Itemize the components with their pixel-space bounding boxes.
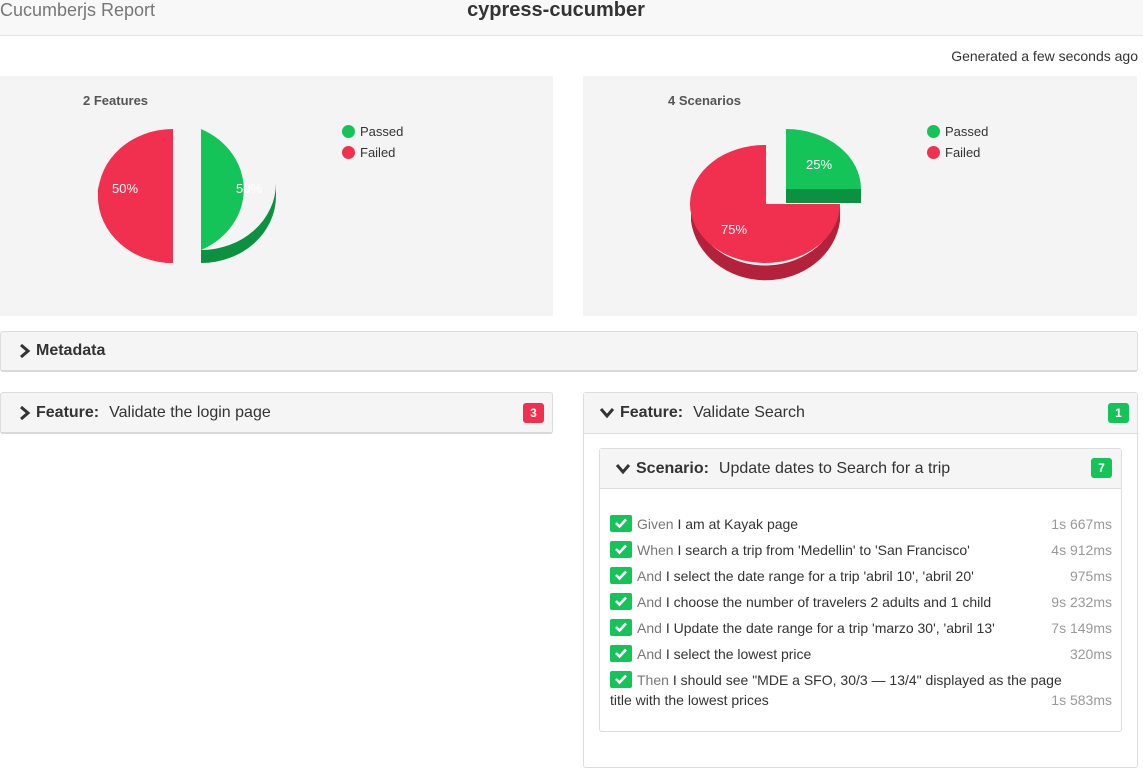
step-row[interactable]: When I search a trip from 'Medellin' to … [610,540,1112,560]
step-row[interactable]: And I Update the date range for a trip '… [610,618,1112,638]
legend-label-failed: Failed [360,145,396,160]
legend-label-passed: Passed [360,124,404,139]
steps-passed-badge: 7 [1091,458,1112,478]
step-duration: 320ms [1069,646,1112,662]
step-keyword: Then [637,672,669,688]
chevron-right-icon [20,344,31,358]
check-icon [610,567,632,584]
step-duration: 4s 912ms [1051,542,1112,558]
legend-item-passed[interactable]: Passed [927,121,988,142]
step-row[interactable]: And I select the date range for a trip '… [610,566,1112,586]
step-keyword: And [637,620,662,636]
scenario-panel: Scenario: Update dates to Search for a t… [599,448,1122,732]
check-icon [610,619,632,636]
legend-dot-passed [342,125,355,138]
step-text: I should see "MDE a SFO, 30/3 — 13/4" di… [610,672,1062,708]
step-duration: 9s 232ms [1051,594,1112,610]
step-keyword: And [637,568,662,584]
legend-label-failed: Failed [945,145,981,160]
feature-name: Validate the login page [109,403,271,421]
step-row[interactable]: And I choose the number of travelers 2 a… [610,592,1112,612]
legend-dot-passed [927,125,940,138]
step-row[interactable]: Then I should see "MDE a SFO, 30/3 — 13/… [610,670,1112,710]
chevron-right-icon [20,405,31,420]
pie-label-failed: 75% [721,222,747,237]
scenarios-pie-chart: 25% 75% [690,129,861,281]
feature-keyword: Feature: [620,404,684,421]
top-navbar: Cucumberjs Report cypress-cucumber [0,0,1143,36]
feature-keyword: Feature: [36,403,100,421]
scenario-name: Update dates to Search for a trip [718,459,951,477]
step-duration: 7s 149ms [1051,620,1112,636]
step-text: I search a trip from 'Medellin' to 'San … [677,542,970,558]
check-icon [610,645,632,662]
check-icon [610,541,632,558]
step-keyword: Given [637,516,674,532]
legend-dot-failed [342,146,355,159]
feature-panel-search: Feature: Validate Search 1 Scenario: Upd… [583,392,1138,768]
feature-name: Validate Search [693,404,805,421]
chevron-down-icon [616,463,630,474]
scenario-keyword: Scenario: [636,459,709,477]
project-title: cypress-cucumber [467,0,645,21]
step-keyword: And [637,594,662,610]
passed-count-badge: 1 [1108,403,1129,423]
generated-timestamp: Generated a few seconds ago [951,48,1138,64]
step-row[interactable]: And I select the lowest price 320ms [610,644,1112,664]
step-keyword: When [637,542,674,558]
scenarios-legend: Passed Failed [927,121,988,163]
chevron-down-icon [600,408,614,419]
step-duration: 1s 583ms [1051,692,1112,708]
legend-item-passed[interactable]: Passed [342,121,403,142]
pie-label-failed: 50% [112,181,138,196]
step-text: I select the date range for a trip 'abri… [665,568,974,584]
legend-label-passed: Passed [945,124,989,139]
pie-label-passed: 25% [806,157,832,172]
check-icon [610,515,632,532]
legend-item-failed[interactable]: Failed [927,142,988,163]
scenario-header[interactable]: Scenario: Update dates to Search for a t… [600,449,1121,489]
feature-header-login[interactable]: Feature: Validate the login page 3 [0,392,553,434]
step-duration: 1s 667ms [1051,516,1112,532]
feature-header-search[interactable]: Feature: Validate Search 1 [584,393,1137,434]
features-legend: Passed Failed [342,121,403,163]
legend-item-failed[interactable]: Failed [342,142,403,163]
metadata-label: Metadata [36,342,106,359]
scenarios-chart-panel: 4 Scenarios 25% 75% Passed Failed [583,76,1137,316]
failed-count-badge: 3 [523,403,544,423]
check-icon [610,671,632,688]
step-text: I select the lowest price [665,646,812,662]
step-text: I am at Kayak page [677,516,799,532]
pie-label-passed: 50% [236,181,262,196]
step-keyword: And [637,646,662,662]
step-duration: 975ms [1069,568,1112,584]
features-pie-chart: 50% 50% [98,129,276,263]
legend-dot-failed [927,146,940,159]
step-text: I Update the date range for a trip 'marz… [665,620,995,636]
step-text: I choose the number of travelers 2 adult… [665,594,992,610]
features-chart-panel: 2 Features 50% 50% Passed Failed [0,76,553,316]
check-icon [610,593,632,610]
pie-slice-passed-side [786,189,861,203]
step-row[interactable]: Given I am at Kayak page 1s 667ms [610,514,1112,534]
metadata-toggle[interactable]: Metadata [0,331,1138,372]
